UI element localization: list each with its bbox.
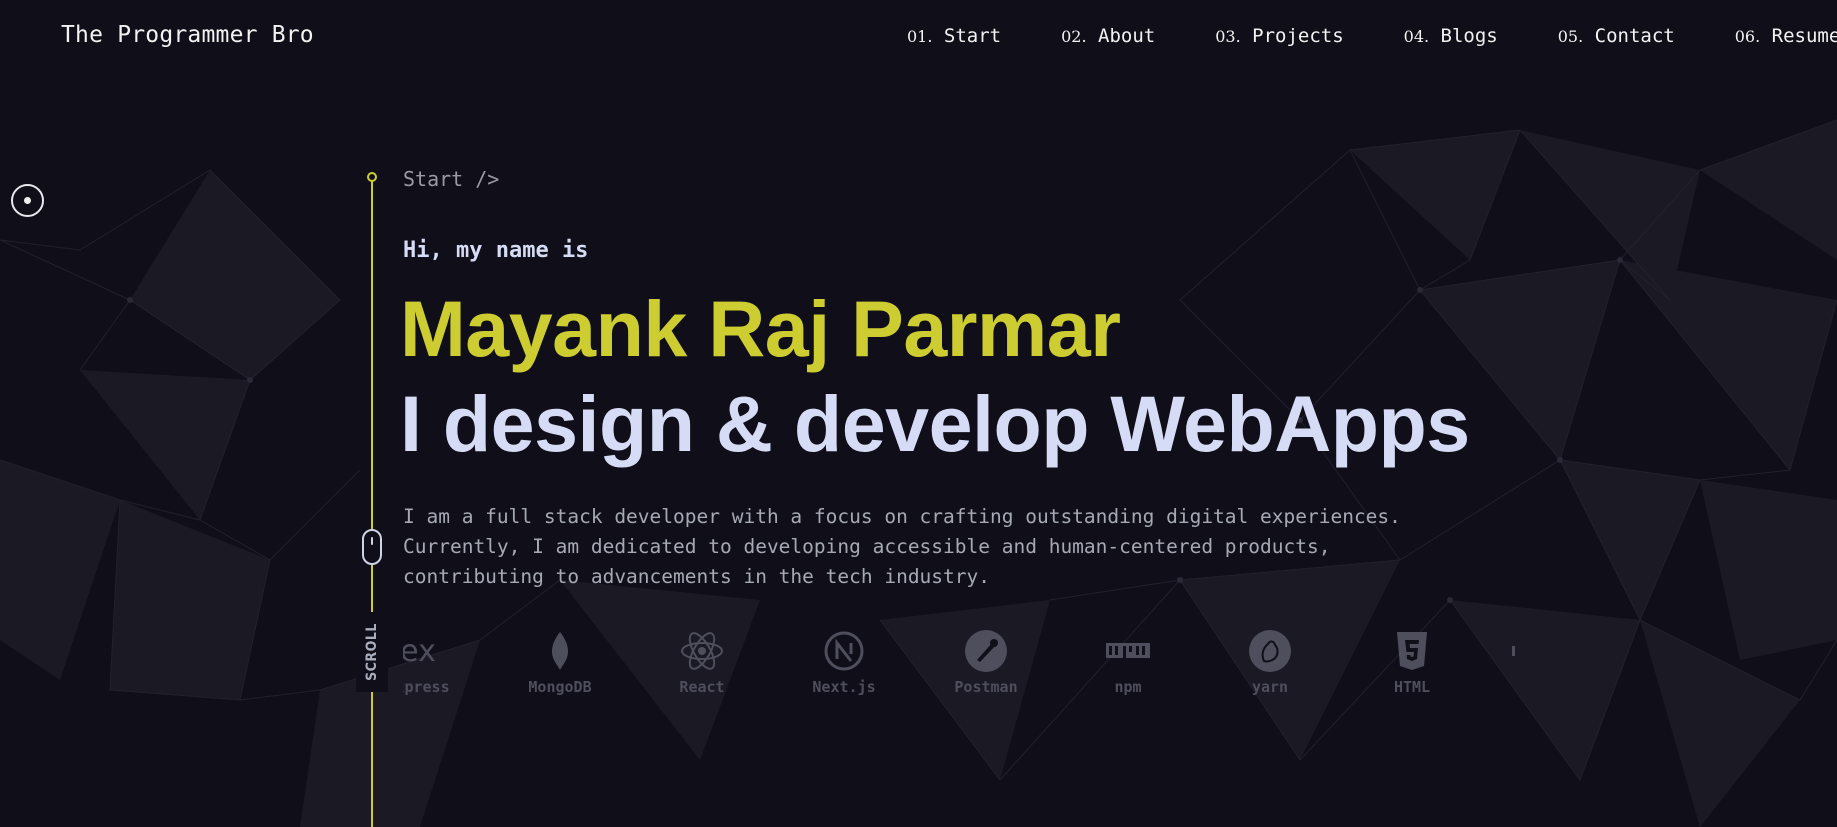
nav-item-contact[interactable]: 05. Contact [1558,25,1675,47]
tech-label: Postman [954,678,1018,696]
nav-item-label: Resume [1771,25,1837,47]
nav-item-label: About [1098,25,1156,47]
nav-item-number: 06. [1734,27,1761,46]
svg-text:ex: ex [403,634,436,669]
nav-item-projects[interactable]: 03. Projects [1215,25,1343,47]
nav-item-blogs[interactable]: 04. Blogs [1404,25,1498,47]
scroll-label: SCROLL [364,623,380,681]
html5-icon [1397,632,1427,670]
tech-item-mongodb: MongoDB [505,628,615,696]
mouse-scroll-icon [362,529,382,565]
tech-label: Next.js [812,678,876,696]
tech-item-partial [1493,628,1533,674]
nav-item-number: 05. [1557,27,1584,46]
postman-icon [965,630,1007,672]
bio-line: contributing to advancements in the tech… [403,565,990,588]
bio-line: Currently, I am dedicated to developing … [403,535,1331,558]
site-header: The Programmer Bro 01. Start 02. About 0… [0,0,1837,74]
nextjs-icon [824,631,864,671]
hero-bio: I am a full stack developer with a focus… [403,502,1463,592]
express-icon: ex [403,634,436,669]
nav-item-number: 01. [907,27,933,46]
yarn-icon [1249,630,1291,672]
hero-name: Mayank Raj Parmar [400,284,1121,373]
tech-item-react: React [647,628,757,696]
main-nav: 01. Start 02. About 03. Projects 04. Blo… [907,25,1837,47]
npm-icon [1106,643,1150,658]
timeline-line [371,177,373,827]
hero-tagline: I design & develop WebApps [400,379,1470,468]
tech-item-postman: Postman [931,628,1041,696]
tech-item-express: ex Express [403,628,473,696]
brand-logo[interactable]: The Programmer Bro [61,22,314,48]
tech-label: npm [1114,678,1142,696]
bio-line: I am a full stack developer with a focus… [403,505,1401,528]
nav-item-label: Start [943,25,1002,47]
mongodb-icon [552,632,568,670]
tech-item-yarn: yarn [1215,628,1325,696]
nav-item-number: 02. [1061,27,1087,46]
nav-item-label: Projects [1252,25,1344,47]
nav-item-number: 03. [1215,27,1241,46]
tech-label: React [679,678,725,696]
tech-item-nextjs: Next.js [789,628,899,696]
section-indicator-icon[interactable] [11,184,44,217]
tech-item-npm: npm [1073,628,1183,696]
tech-label: HTML [1393,678,1431,696]
nav-item-number: 04. [1403,27,1430,46]
nav-item-label: Contact [1594,25,1675,47]
scroll-indicator: SCROLL [356,612,388,692]
css3-icon [1512,646,1515,656]
nav-item-about[interactable]: 02. About [1061,25,1155,47]
tech-label: yarn [1251,678,1289,696]
nav-item-label: Blogs [1440,25,1498,47]
tech-item-html: HTML [1357,628,1467,696]
react-icon [681,632,723,670]
greeting: Hi, my name is [403,238,589,263]
timeline-start-node [367,172,377,182]
section-tag: Start /> [403,167,500,191]
tech-label: MongoDB [528,678,592,696]
tech-stack-marquee: ex Express MongoDB React Next.js [403,628,1533,698]
nav-item-resume[interactable]: 06. Resume [1735,25,1837,47]
tech-label: Express [403,678,450,696]
nav-item-start[interactable]: 01. Start [907,25,1001,47]
